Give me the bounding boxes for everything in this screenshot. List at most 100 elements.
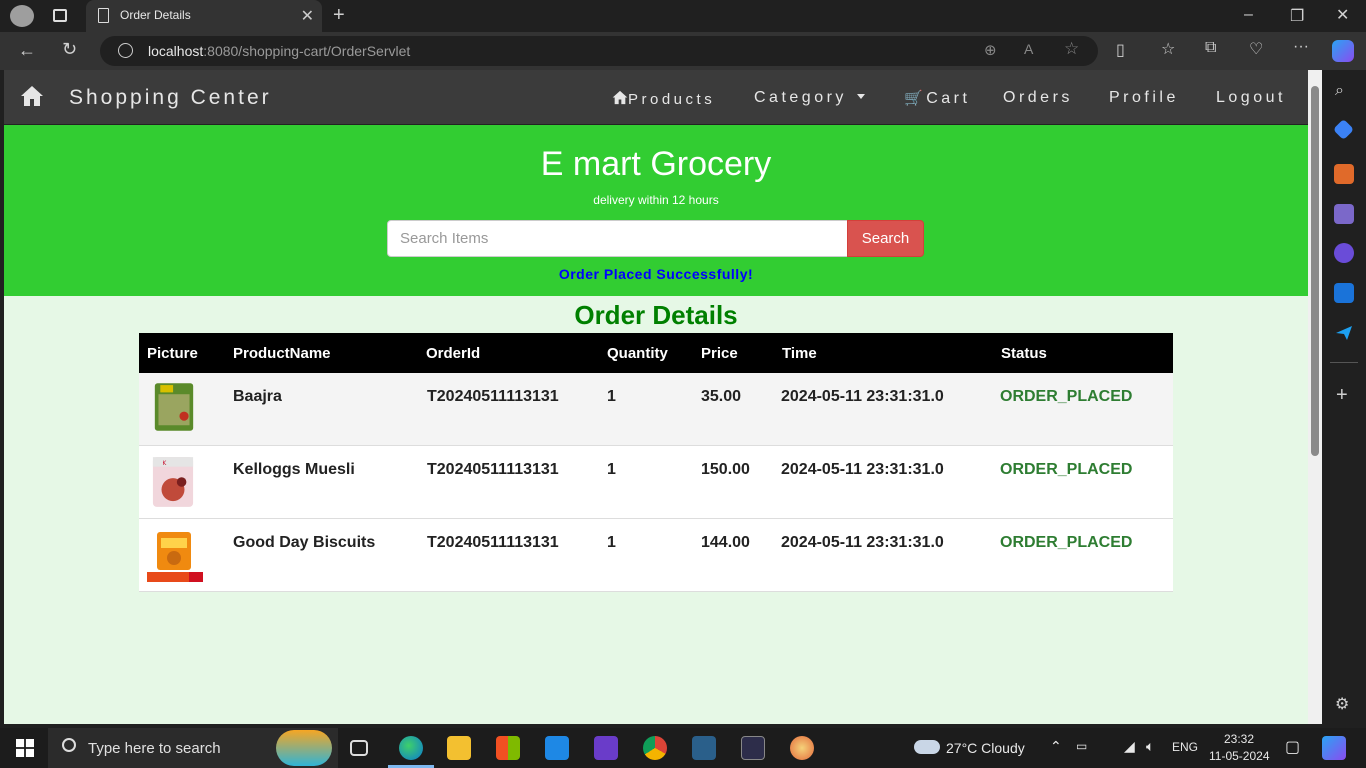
settings-gear-icon[interactable]: ⚙ (1335, 694, 1349, 714)
notifications-icon[interactable]: ▢ (1285, 737, 1300, 757)
nav-profile[interactable]: Profile (1109, 89, 1179, 107)
network-icon[interactable]: ◢ (1124, 738, 1135, 755)
language-indicator[interactable]: ENG (1172, 740, 1198, 754)
svg-text:K: K (162, 461, 166, 467)
nav-products[interactable]: Products (612, 90, 715, 108)
product-image-good-day (147, 532, 203, 582)
windows-start-icon[interactable] (16, 739, 34, 757)
search-icon[interactable]: ⌕ (1335, 82, 1344, 100)
shopping-icon[interactable] (1332, 118, 1355, 141)
refresh-icon[interactable]: ↻ (62, 39, 77, 60)
new-tab-icon[interactable]: + (333, 4, 345, 27)
column-header: Quantity (607, 345, 668, 362)
url-field[interactable]: localhost:8080/shopping-cart/OrderServle… (100, 36, 1098, 66)
address-bar-row: ← ↻ localhost:8080/shopping-cart/OrderSe… (0, 32, 1366, 70)
search-button[interactable]: Search (847, 220, 924, 257)
edge-icon[interactable] (399, 736, 423, 760)
tab-close-icon[interactable]: ✕ (301, 6, 314, 26)
taskbar-search[interactable]: Type here to search (48, 728, 338, 768)
price: 35.00 (701, 388, 742, 405)
web-page: Shopping Center Products Category 🛒Cart … (4, 70, 1308, 724)
order-time: 2024-05-11 23:31:31.0 (781, 388, 944, 405)
order-time: 2024-05-11 23:31:31.0 (781, 534, 944, 551)
collections-icon[interactable]: ⧉ (1205, 39, 1216, 57)
browser-sidebar: ⌕ + ⚙ (1322, 70, 1366, 724)
table-header: Picture ProductName OrderId Quantity Pri… (139, 333, 1173, 373)
store-subtitle: delivery within 12 hours (593, 193, 719, 207)
tab-actions-icon[interactable] (53, 9, 67, 22)
battery-icon[interactable]: ▭ (1076, 739, 1087, 753)
nav-orders[interactable]: Orders (1003, 89, 1073, 107)
profile-avatar-icon[interactable] (10, 5, 34, 27)
store-title: E mart Grocery (540, 145, 772, 183)
zoom-icon[interactable]: ⊕ (984, 41, 997, 59)
store-icon[interactable] (496, 736, 520, 760)
split-screen-icon[interactable]: ▯ (1116, 40, 1125, 60)
search-icon (62, 738, 76, 752)
chrome-icon[interactable] (643, 736, 667, 760)
favorites-icon[interactable]: ☆ (1161, 39, 1175, 59)
tools-icon[interactable] (1334, 164, 1354, 184)
favorite-icon[interactable]: ☆ (1064, 39, 1079, 59)
mysql-workbench-icon[interactable] (692, 736, 716, 760)
browser-tab-bar: Order Details ✕ + – ❐ ✕ (0, 0, 1366, 32)
order-id: T20240511113131 (427, 461, 559, 478)
product-name: Baajra (233, 388, 282, 405)
weather-text[interactable]: 27°C Cloudy (946, 740, 1025, 756)
file-explorer-icon[interactable] (447, 736, 471, 760)
quantity: 1 (607, 388, 616, 405)
clock-time[interactable]: 23:32 (1224, 732, 1254, 746)
restore-icon[interactable]: ❐ (1290, 6, 1304, 26)
order-id: T20240511113131 (427, 388, 559, 405)
column-header: Price (701, 345, 738, 362)
minimize-icon[interactable]: – (1244, 6, 1253, 24)
paint-icon[interactable] (790, 736, 814, 760)
scrollbar-thumb[interactable] (1311, 86, 1319, 456)
column-header: Time (782, 345, 817, 362)
volume-icon[interactable]: 🔈︎ (1146, 738, 1154, 755)
mail-icon[interactable] (545, 736, 569, 760)
table-row: K Kelloggs Muesli T20240511113131 1 150.… (139, 446, 1173, 519)
price: 144.00 (701, 534, 750, 551)
order-time: 2024-05-11 23:31:31.0 (781, 461, 944, 478)
windows-taskbar: Type here to search 27°C Cloudy ⌃ ▭ ◢ 🔈︎… (0, 728, 1366, 768)
paper-plane-icon (1336, 326, 1352, 340)
copilot-taskbar-icon[interactable] (1322, 736, 1346, 760)
game-app-icon[interactable] (594, 736, 618, 760)
read-aloud-icon[interactable]: A (1024, 41, 1033, 57)
outlook-icon[interactable] (1334, 283, 1354, 303)
clock-date[interactable]: 11-05-2024 (1209, 749, 1270, 763)
status-badge: ORDER_PLACED (1000, 534, 1133, 551)
nav-logout[interactable]: Logout (1216, 89, 1286, 107)
mysql-shell-icon[interactable] (741, 736, 765, 760)
browser-tab[interactable]: Order Details ✕ (86, 0, 322, 32)
task-view-icon[interactable] (350, 740, 368, 756)
site-navbar: Shopping Center Products Category 🛒Cart … (4, 70, 1308, 125)
office-icon[interactable] (1334, 243, 1354, 263)
page-scrollbar[interactable] (1308, 70, 1322, 724)
copilot-icon[interactable] (1332, 40, 1354, 62)
site-brand[interactable]: Shopping Center (69, 86, 272, 110)
search-input[interactable]: Search Items (387, 220, 848, 257)
product-image-baajra (154, 383, 194, 431)
add-icon[interactable]: + (1336, 384, 1348, 407)
product-name: Good Day Biscuits (233, 534, 376, 551)
product-name: Kelloggs Muesli (233, 461, 355, 478)
url-text: localhost:8080/shopping-cart/OrderServle… (148, 43, 411, 59)
hero-banner: E mart Grocery delivery within 12 hours … (4, 125, 1308, 296)
more-menu-icon[interactable]: ··· (1293, 38, 1309, 56)
send-icon[interactable] (1334, 323, 1354, 343)
performance-icon[interactable]: ♡ (1249, 39, 1263, 59)
home-icon[interactable] (20, 85, 44, 107)
site-info-icon[interactable] (118, 43, 133, 58)
search-highlight-icon (276, 730, 332, 766)
games-icon[interactable] (1334, 204, 1354, 224)
quantity: 1 (607, 534, 616, 551)
nav-category[interactable]: Category (754, 89, 865, 107)
back-icon[interactable]: ← (18, 40, 36, 61)
order-id: T20240511113131 (427, 534, 559, 551)
tray-chevron-icon[interactable]: ⌃ (1050, 738, 1062, 755)
close-window-icon[interactable]: ✕ (1336, 5, 1349, 25)
nav-cart[interactable]: 🛒Cart (904, 89, 970, 108)
column-header: Picture (147, 345, 198, 362)
